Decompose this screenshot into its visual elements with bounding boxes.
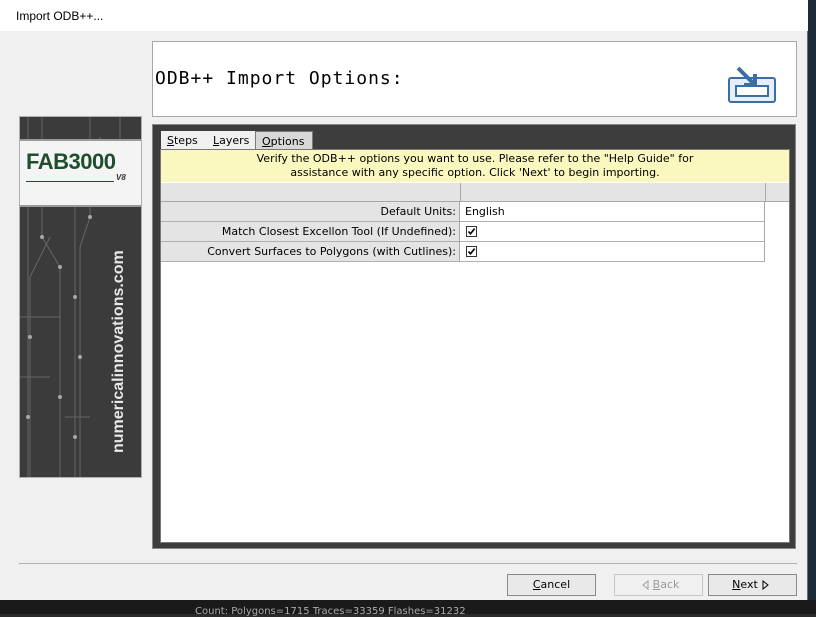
grid-header-extra-col xyxy=(765,183,790,201)
brand-url: numericalinnovations.com xyxy=(110,250,127,453)
option-row-default-units: Default Units: English xyxy=(161,202,765,222)
import-icon xyxy=(728,66,776,103)
tab-options-label: ptions xyxy=(270,135,305,148)
tab-steps-label: teps xyxy=(173,134,198,147)
tab-steps[interactable]: Steps xyxy=(161,131,204,151)
tab-steps-mnemonic: S xyxy=(167,134,174,147)
background-status-bar: Count: Polygons=1715 Traces=33359 Flashe… xyxy=(0,600,816,617)
back-button[interactable]: Back xyxy=(614,574,703,596)
logo-underline xyxy=(26,181,114,182)
option-value-cell xyxy=(461,222,765,241)
info-line-1: Verify the ODB++ options you want to use… xyxy=(256,152,694,165)
check-icon xyxy=(467,248,476,256)
chevron-right-icon xyxy=(762,580,769,590)
background-window-edge xyxy=(808,0,816,614)
check-icon xyxy=(467,228,476,236)
tab-options[interactable]: Options xyxy=(255,131,313,151)
cancel-mnemonic: C xyxy=(532,578,541,591)
option-label: Match Closest Excellon Tool (If Undefine… xyxy=(161,222,460,241)
options-panel: Steps Layers Options Verify the ODB++ op… xyxy=(152,124,796,549)
match-excellon-checkbox[interactable] xyxy=(466,226,477,237)
sidebar-brand-panel: FAB3000 V8 numericalinnovations.com xyxy=(19,116,142,478)
option-label: Default Units: xyxy=(161,202,460,221)
logo: FAB3000 V8 xyxy=(20,139,141,207)
title-bar[interactable]: Import ODB++... xyxy=(0,0,808,31)
next-button[interactable]: Next xyxy=(708,574,797,596)
chevron-left-icon xyxy=(641,580,649,590)
header-banner: ODB++ Import Options: xyxy=(152,41,797,117)
logo-text: FAB3000 xyxy=(26,149,116,174)
info-banner: Verify the ODB++ options you want to use… xyxy=(161,150,789,182)
background-status-text: Count: Polygons=1715 Traces=33359 Flashe… xyxy=(195,606,466,617)
options-content: Verify the ODB++ options you want to use… xyxy=(160,149,790,543)
option-label: Convert Surfaces to Polygons (with Cutli… xyxy=(161,242,460,261)
import-dialog: Import ODB++... ODB++ Import Options: FA… xyxy=(0,0,808,600)
tab-options-mnemonic: O xyxy=(262,135,271,148)
grid-header-label-col xyxy=(161,183,461,201)
logo-version: V8 xyxy=(116,173,126,182)
next-label: ext xyxy=(740,578,758,591)
grid-header xyxy=(161,183,789,202)
option-row-match-excellon: Match Closest Excellon Tool (If Undefine… xyxy=(161,222,765,242)
info-line-2: assistance with any specific option. Cli… xyxy=(290,166,660,179)
cancel-label: ancel xyxy=(540,578,571,591)
tab-layers-label: ayers xyxy=(219,134,250,147)
back-label: ack xyxy=(660,578,680,591)
page-title: ODB++ Import Options: xyxy=(155,68,404,89)
convert-surfaces-checkbox[interactable] xyxy=(466,246,477,257)
option-row-convert-surfaces: Convert Surfaces to Polygons (with Cutli… xyxy=(161,242,765,262)
button-separator xyxy=(19,563,797,564)
tab-layers[interactable]: Layers xyxy=(207,131,256,151)
window-title: Import ODB++... xyxy=(16,9,104,23)
cancel-button[interactable]: Cancel xyxy=(507,574,596,596)
default-units-field[interactable]: English xyxy=(461,202,765,221)
option-value-cell xyxy=(461,242,765,261)
